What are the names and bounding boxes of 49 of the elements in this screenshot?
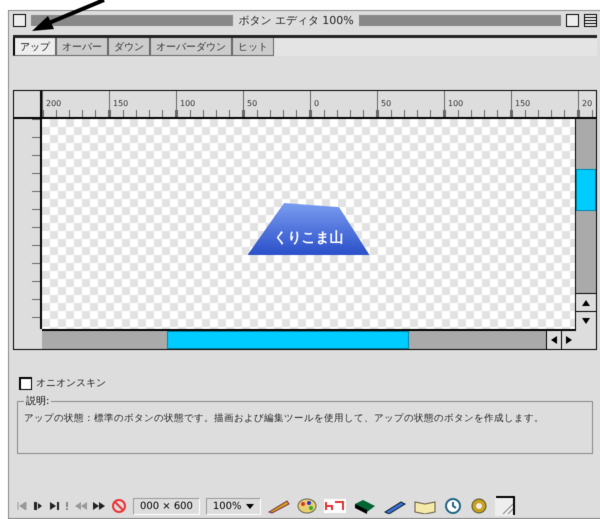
window-title: ボタン エディタ 100% [238,12,354,28]
ruler-label: 150 [514,99,530,108]
right-arrow-icon[interactable] [566,336,572,344]
pencil-icon[interactable] [266,498,291,514]
scroll-up-button[interactable] [576,293,596,311]
canvas-size-field[interactable]: 000 × 600 [133,498,200,514]
frame-marker-icon[interactable] [65,502,69,510]
checkbox-label[interactable]: オニオンスキン [36,376,106,390]
ruler-label: 0 [313,99,320,108]
last-frame-icon[interactable] [49,502,59,510]
tab[interactable]: オーバーダウン [150,38,232,56]
tab[interactable]: ヒット [232,38,274,56]
ruler-label: 50 [246,99,258,108]
horizontal-scrollbar[interactable] [42,329,576,349]
scroll-left-button[interactable] [546,331,561,349]
layers-icon[interactable] [352,498,377,514]
scroll-thumb[interactable] [576,169,596,211]
close-box-icon[interactable] [13,14,26,26]
collapse-box-icon[interactable] [584,14,598,26]
checkbox[interactable] [19,376,32,390]
zoom-box-icon[interactable] [566,14,580,26]
palette-icon[interactable] [296,498,317,514]
dropdown-caret-icon[interactable] [246,504,254,508]
ruler-label: 100 [447,99,464,108]
clock-icon[interactable] [442,498,463,514]
resize-grip-icon[interactable] [494,496,515,516]
up-arrow-icon[interactable] [582,300,590,306]
tab[interactable]: ダウン [108,38,150,56]
scroll-down-button[interactable] [576,311,596,329]
tab[interactable]: オーバー [56,38,108,56]
ruler-label: 50 [380,99,392,108]
down-arrow-icon[interactable] [582,318,590,324]
tab[interactable]: アップ [13,38,56,56]
ruler-label: 100 [179,99,196,108]
ruler-label: 20 [581,99,592,108]
step-forward-icon[interactable] [93,502,105,510]
stop-icon[interactable] [111,498,127,514]
previous-frame-icon[interactable] [33,502,43,510]
scroll-thumb[interactable] [167,331,409,349]
ruler-label: 200 [45,99,62,108]
left-arrow-icon[interactable] [551,336,557,344]
image-icon[interactable] [322,498,347,514]
button-label: くりこま山 [274,229,344,247]
ruler-label: 150 [112,99,128,108]
zoom-dropdown[interactable]: 100% [206,498,261,514]
scroll-right-button[interactable] [561,331,576,349]
vertical-scrollbar[interactable] [575,119,596,329]
description-legend: 説明: [24,394,52,408]
description-text: アップの状態：標準のボタンの状態です。描画および編集ツールを使用して、アップの状態のボタンを作成します。 [24,412,545,426]
